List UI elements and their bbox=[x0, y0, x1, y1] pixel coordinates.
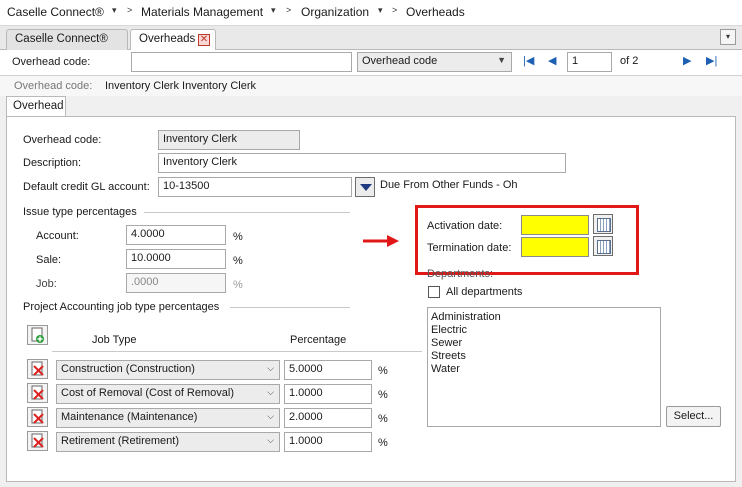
percent-sign: % bbox=[378, 437, 388, 449]
record-summary: Overhead code: Inventory Clerk Inventory… bbox=[0, 76, 742, 96]
job-type-column-header: Job Type bbox=[92, 334, 137, 346]
delete-row-button[interactable] bbox=[27, 407, 48, 427]
sale-pct-label: Sale: bbox=[36, 254, 62, 266]
gl-lookup-button[interactable] bbox=[355, 177, 375, 197]
chevron-down-icon: ⌵ bbox=[267, 411, 274, 421]
last-record-icon[interactable]: ▶| bbox=[706, 54, 717, 67]
account-pct-label: Account: bbox=[36, 230, 79, 242]
summary-value: Inventory Clerk Inventory Clerk bbox=[105, 80, 256, 92]
chevron-down-icon: ⌵ bbox=[267, 435, 274, 445]
delete-row-button[interactable] bbox=[27, 383, 48, 403]
pa-section-title: Project Accounting job type percentages bbox=[23, 301, 220, 313]
sale-pct-field[interactable]: 10.0000 bbox=[126, 249, 226, 269]
breadcrumb: Caselle Connect® ▾ > Materials Managemen… bbox=[0, 0, 742, 26]
description-label: Description: bbox=[23, 157, 82, 169]
job-pct-label: Job: bbox=[36, 278, 57, 290]
percentage-field[interactable]: 1.0000 bbox=[284, 432, 372, 452]
close-icon[interactable]: ✕ bbox=[198, 34, 210, 46]
record-toolbar: Overhead code: Overhead code ▼ |◀ ◀ 1 of… bbox=[0, 50, 742, 76]
section-divider bbox=[144, 212, 350, 213]
job-type-select[interactable]: Maintenance (Maintenance) ⌵ bbox=[56, 408, 280, 428]
add-row-button[interactable] bbox=[27, 325, 48, 345]
job-pct-field[interactable]: .0000 bbox=[126, 273, 226, 293]
gl-account-description: Due From Other Funds - Oh bbox=[380, 179, 518, 191]
delete-icon bbox=[31, 385, 44, 400]
dropdown-arrow-icon[interactable]: ▾ bbox=[271, 5, 276, 16]
departments-label: Departments: bbox=[427, 268, 494, 280]
tab-strip: Caselle Connect® Overheads ✕ ▾ bbox=[0, 26, 742, 51]
add-document-icon bbox=[31, 327, 44, 343]
overhead-code-label: Overhead code: bbox=[12, 56, 91, 68]
delete-icon bbox=[31, 433, 44, 448]
breadcrumb-item-materials[interactable]: Materials Management bbox=[141, 5, 263, 19]
list-item[interactable]: Water bbox=[431, 363, 657, 376]
overhead-code-search-input[interactable] bbox=[131, 52, 352, 72]
sort-field-select[interactable]: Overhead code ▼ bbox=[357, 52, 512, 72]
job-type-select[interactable]: Cost of Removal (Cost of Removal) ⌵ bbox=[56, 384, 280, 404]
calendar-icon[interactable] bbox=[593, 236, 613, 256]
chevron-right-icon: > bbox=[392, 5, 398, 15]
overhead-code-field-label: Overhead code: bbox=[23, 134, 102, 146]
dropdown-arrow-icon[interactable]: ▾ bbox=[112, 5, 117, 16]
description-field[interactable]: Inventory Clerk bbox=[158, 153, 566, 173]
chevron-down-icon: ▼ bbox=[497, 55, 506, 65]
tab-menu-button[interactable]: ▾ bbox=[720, 29, 736, 45]
percent-sign: % bbox=[233, 279, 243, 291]
breadcrumb-item-caselle[interactable]: Caselle Connect® bbox=[7, 5, 104, 19]
dropdown-arrow-icon[interactable]: ▾ bbox=[378, 5, 383, 16]
list-item[interactable]: Administration bbox=[431, 311, 657, 324]
percent-sign: % bbox=[378, 389, 388, 401]
record-total: of 2 bbox=[620, 55, 639, 67]
activation-date-label: Activation date: bbox=[427, 220, 503, 232]
percentage-field[interactable]: 2.0000 bbox=[284, 408, 372, 428]
chevron-down-icon bbox=[360, 184, 372, 191]
percent-sign: % bbox=[233, 255, 243, 267]
termination-date-label: Termination date: bbox=[427, 242, 512, 254]
all-departments-checkbox[interactable] bbox=[428, 286, 440, 298]
list-item[interactable]: Electric bbox=[431, 324, 657, 337]
departments-list[interactable]: Administration Electric Sewer Streets Wa… bbox=[427, 307, 661, 427]
header-divider bbox=[52, 351, 422, 352]
list-item[interactable]: Sewer bbox=[431, 337, 657, 350]
breadcrumb-item-overheads[interactable]: Overheads bbox=[406, 5, 465, 19]
red-arrow-icon bbox=[363, 235, 399, 247]
summary-label: Overhead code: bbox=[14, 80, 93, 92]
select-departments-button[interactable]: Select... bbox=[666, 406, 721, 427]
tab-caselle-connect[interactable]: Caselle Connect® bbox=[6, 29, 128, 50]
chevron-down-icon: ⌵ bbox=[267, 363, 274, 373]
calendar-icon[interactable] bbox=[593, 214, 613, 234]
all-departments-label: All departments bbox=[446, 286, 523, 298]
chevron-right-icon: > bbox=[127, 5, 133, 15]
overhead-code-field[interactable]: Inventory Clerk bbox=[158, 130, 300, 150]
tab-overheads[interactable]: Overheads ✕ bbox=[130, 29, 216, 51]
percent-sign: % bbox=[378, 413, 388, 425]
first-record-icon[interactable]: |◀ bbox=[523, 54, 534, 67]
activation-date-field[interactable] bbox=[521, 215, 589, 235]
delete-icon bbox=[31, 409, 44, 424]
delete-row-button[interactable] bbox=[27, 431, 48, 451]
gl-account-label: Default credit GL account: bbox=[23, 181, 150, 193]
previous-record-icon[interactable]: ◀ bbox=[548, 54, 556, 67]
record-number-input[interactable]: 1 bbox=[567, 52, 612, 72]
percent-sign: % bbox=[378, 365, 388, 377]
breadcrumb-item-organization[interactable]: Organization bbox=[301, 5, 369, 19]
next-record-icon[interactable]: ▶ bbox=[683, 54, 691, 67]
percent-sign: % bbox=[233, 231, 243, 243]
job-type-select[interactable]: Construction (Construction) ⌵ bbox=[56, 360, 280, 380]
issue-type-section-title: Issue type percentages bbox=[23, 206, 137, 218]
percentage-field[interactable]: 1.0000 bbox=[284, 384, 372, 404]
tab-overhead[interactable]: Overhead bbox=[6, 96, 66, 117]
termination-date-field[interactable] bbox=[521, 237, 589, 257]
job-type-select[interactable]: Retirement (Retirement) ⌵ bbox=[56, 432, 280, 452]
delete-icon bbox=[31, 361, 44, 376]
delete-row-button[interactable] bbox=[27, 359, 48, 379]
percentage-column-header: Percentage bbox=[290, 334, 347, 346]
percentage-field[interactable]: 5.0000 bbox=[284, 360, 372, 380]
list-item[interactable]: Streets bbox=[431, 350, 657, 363]
section-divider bbox=[230, 307, 350, 308]
chevron-right-icon: > bbox=[286, 5, 292, 15]
chevron-down-icon: ⌵ bbox=[267, 387, 274, 397]
account-pct-field[interactable]: 4.0000 bbox=[126, 225, 226, 245]
gl-account-field[interactable]: 10-13500 bbox=[158, 177, 352, 197]
